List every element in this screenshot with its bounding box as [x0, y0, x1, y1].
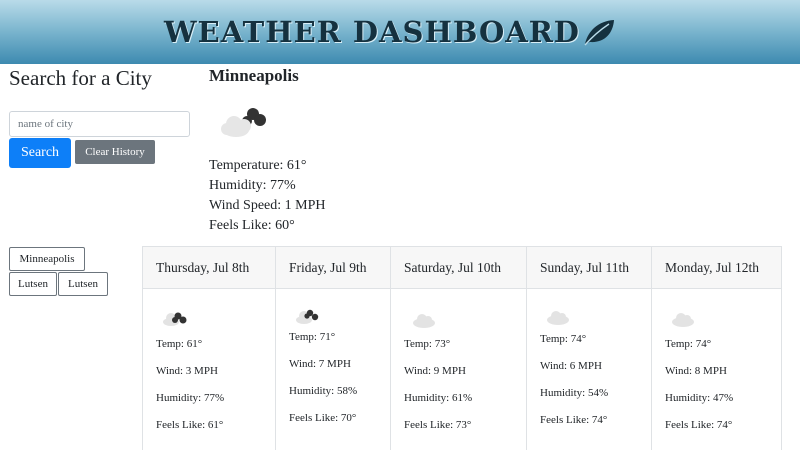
current-weather-stats: Temperature: 61° Humidity: 77% Wind Spee… — [209, 156, 326, 236]
forecast-humidity: Humidity: 58% — [289, 385, 358, 397]
forecast-feels-like: Feels Like: 74° — [540, 414, 608, 426]
forecast-humidity: Humidity: 47% — [665, 392, 734, 404]
forecast-humidity: Humidity: 61% — [404, 392, 473, 404]
current-temperature: Temperature: 61° — [209, 158, 307, 173]
clear-history-button[interactable]: Clear History — [75, 140, 155, 164]
current-wind-speed: Wind Speed: 1 MPH — [209, 198, 326, 213]
city-search-input[interactable] — [9, 111, 190, 137]
page-title: WEATHER DASHBOARD — [164, 15, 580, 49]
forecast-temp: Temp: 73° — [404, 338, 451, 350]
forecast-date: Saturday, Jul 10th — [391, 247, 526, 289]
forecast-feels-like: Feels Like: 61° — [156, 419, 224, 431]
history-item-0[interactable]: Minneapolis — [9, 247, 85, 271]
partly-cloudy-icon — [221, 108, 266, 137]
forecast-row: Thursday, Jul 8th Temp: 61° Wind: 3 MPH … — [142, 246, 782, 450]
forecast-temp: Temp: 74° — [665, 338, 712, 350]
dark-clouds-icon — [296, 309, 319, 324]
forecast-humidity: Humidity: 77% — [156, 392, 225, 404]
current-city-name: Minneapolis — [209, 66, 299, 85]
forecast-wind: Wind: 3 MPH — [156, 365, 218, 377]
cloud-icon — [547, 311, 569, 325]
forecast-date: Thursday, Jul 8th — [143, 247, 275, 289]
leaf-icon — [584, 20, 614, 46]
forecast-feels-like: Feels Like: 74° — [665, 419, 733, 431]
current-humidity: Humidity: 77% — [209, 178, 296, 193]
header-banner: WEATHER DASHBOARD — [0, 0, 800, 64]
forecast-date: Monday, Jul 12th — [652, 247, 781, 289]
forecast-card: Friday, Jul 9th Temp: 71° Wind: 7 MPH Hu… — [275, 246, 391, 450]
forecast-card: Saturday, Jul 10th Temp: 73° Wind: 9 MPH… — [390, 246, 527, 450]
forecast-wind: Wind: 7 MPH — [289, 358, 351, 370]
forecast-humidity: Humidity: 54% — [540, 387, 609, 399]
forecast-feels-like: Feels Like: 70° — [289, 412, 357, 424]
forecast-wind: Wind: 9 MPH — [404, 365, 466, 377]
search-heading: Search for a City — [9, 66, 152, 90]
forecast-feels-like: Feels Like: 73° — [404, 419, 472, 431]
history-item-2[interactable]: Lutsen — [58, 272, 108, 296]
forecast-card: Thursday, Jul 8th Temp: 61° Wind: 3 MPH … — [142, 246, 276, 450]
forecast-temp: Temp: 61° — [156, 338, 203, 350]
search-button[interactable]: Search — [9, 138, 71, 168]
cloud-icon — [672, 313, 694, 327]
forecast-wind: Wind: 8 MPH — [665, 365, 727, 377]
cloud-icon — [413, 314, 435, 328]
history-item-1[interactable]: Lutsen — [9, 272, 57, 296]
forecast-wind: Wind: 6 MPH — [540, 360, 602, 372]
forecast-temp: Temp: 74° — [540, 333, 587, 345]
forecast-date: Friday, Jul 9th — [276, 247, 390, 289]
forecast-temp: Temp: 71° — [289, 331, 336, 343]
current-feels-like: Feels Like: 60° — [209, 218, 295, 233]
dark-clouds-icon — [163, 312, 187, 326]
forecast-card: Sunday, Jul 11th Temp: 74° Wind: 6 MPH H… — [526, 246, 652, 450]
forecast-date: Sunday, Jul 11th — [527, 247, 651, 289]
forecast-card: Monday, Jul 12th Temp: 74° Wind: 8 MPH H… — [651, 246, 782, 450]
